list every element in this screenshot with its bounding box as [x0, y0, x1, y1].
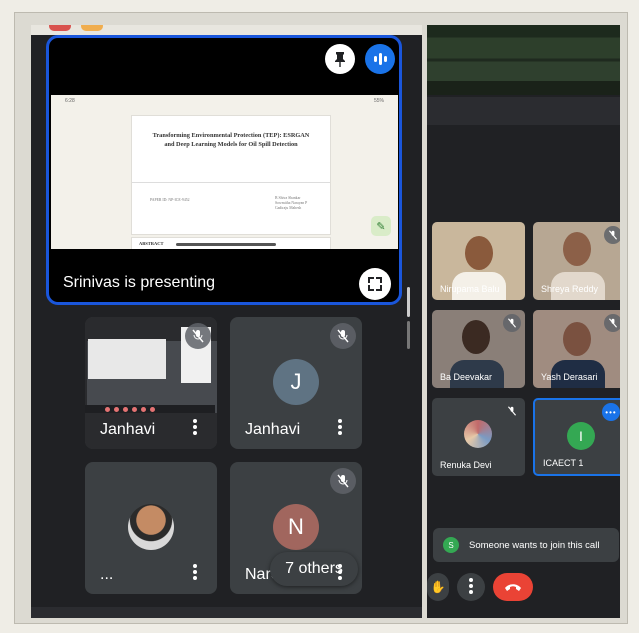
- participant-name: Janhavi: [245, 421, 301, 438]
- participant-tile[interactable]: N Nare 7 others: [230, 462, 362, 594]
- edit-icon[interactable]: ✎: [371, 216, 391, 236]
- hand-icon: ✋: [430, 580, 446, 594]
- more-options-icon[interactable]: [193, 564, 197, 582]
- pin-button[interactable]: [325, 44, 355, 74]
- fullscreen-button[interactable]: [359, 268, 391, 300]
- scrollbar-track: [407, 321, 410, 349]
- presenting-label: Srinivas is presenting: [63, 274, 216, 291]
- audio-level-button[interactable]: [365, 44, 395, 74]
- more-vert-icon: [469, 578, 473, 596]
- mic-off-icon: [330, 468, 356, 494]
- avatar: [464, 420, 492, 448]
- fullscreen-icon: [368, 277, 374, 283]
- hang-up-icon: [505, 584, 521, 591]
- divider: [132, 182, 330, 183]
- end-call-button[interactable]: [493, 573, 533, 601]
- slide-status-bar: 6:28 55%: [51, 95, 398, 107]
- mic-off-icon: [604, 314, 620, 332]
- left-meeting-screen: 6:28 55% Transforming Environmental Prot…: [31, 25, 422, 618]
- participant-name: ICAECT 1: [543, 458, 584, 468]
- avatar: S: [443, 537, 459, 553]
- slide-status-battery: 55%: [373, 98, 384, 104]
- pin-icon: [335, 52, 345, 67]
- mic-off-icon: [330, 323, 356, 349]
- presentation-tile[interactable]: 6:28 55% Transforming Environmental Prot…: [46, 35, 402, 305]
- paper-title: Transforming Environmental Protection (T…: [152, 132, 310, 148]
- participant-name: Janhavi: [100, 421, 156, 438]
- participant-tile[interactable]: J Janhavi: [230, 317, 362, 449]
- camera-preview: [427, 25, 620, 95]
- participant-tile[interactable]: Nirupama Balu: [432, 222, 525, 300]
- audio-bars-icon: [373, 53, 387, 65]
- join-request-banner[interactable]: S Someone wants to join this call: [433, 528, 619, 562]
- mic-off-icon: [503, 314, 521, 332]
- join-request-text: Someone wants to join this call: [469, 539, 600, 551]
- more-options-icon[interactable]: [338, 419, 342, 437]
- paper-authors: B Shiva Shankar Sowmitha Narayan P Gadir…: [275, 196, 307, 211]
- avatar: [128, 504, 174, 550]
- participant-tile[interactable]: Ba Deevakar: [432, 310, 525, 388]
- participant-name: Yash Derasari: [541, 372, 598, 382]
- shared-slide: 6:28 55% Transforming Environmental Prot…: [51, 95, 398, 249]
- participant-tile[interactable]: Shreya Reddy: [533, 222, 620, 300]
- participant-tile[interactable]: Janhavi: [85, 317, 217, 449]
- mic-off-icon: [185, 323, 211, 349]
- right-meeting-screen: Nirupama Balu Shreya Reddy Ba Deevakar Y…: [427, 25, 620, 618]
- mic-off-icon: [503, 402, 521, 420]
- paper-id: PAPER ID: NP-ICE-9452: [150, 198, 190, 202]
- divider: [427, 97, 620, 125]
- recording-indicator: [49, 25, 71, 31]
- slide-status-time: 6:28: [65, 98, 75, 104]
- paper-title-card: Transforming Environmental Protection (T…: [131, 115, 331, 235]
- scrollbar[interactable]: [407, 287, 410, 317]
- participant-name: Renuka Devi: [440, 460, 492, 470]
- mic-off-icon: [604, 226, 620, 244]
- author: Gadiraju Mahesh: [275, 205, 302, 210]
- more-options-icon[interactable]: [193, 419, 197, 437]
- participant-tile[interactable]: Yash Derasari: [533, 310, 620, 388]
- participant-name: ...: [100, 566, 114, 583]
- others-button[interactable]: 7 others: [270, 552, 358, 586]
- avatar: I: [567, 422, 595, 450]
- top-strip: [31, 25, 422, 35]
- participant-name: Ba Deevakar: [440, 372, 493, 382]
- participant-name: Shreya Reddy: [541, 284, 599, 294]
- more-options-icon[interactable]: •••: [602, 403, 620, 421]
- participant-name: Nirupama Balu: [440, 284, 500, 294]
- abstract-label: ABSTRACT: [139, 241, 164, 246]
- avatar: N: [273, 504, 319, 550]
- bottom-strip: [31, 607, 422, 618]
- status-indicator: [81, 25, 103, 31]
- participant-tile[interactable]: ...: [85, 462, 217, 594]
- slide-scroll-handle: [176, 243, 276, 246]
- more-options-button[interactable]: [457, 573, 485, 601]
- raise-hand-button[interactable]: ✋: [427, 573, 449, 601]
- more-options-icon[interactable]: [338, 564, 342, 582]
- participant-tile[interactable]: Renuka Devi: [432, 398, 525, 476]
- avatar: J: [273, 359, 319, 405]
